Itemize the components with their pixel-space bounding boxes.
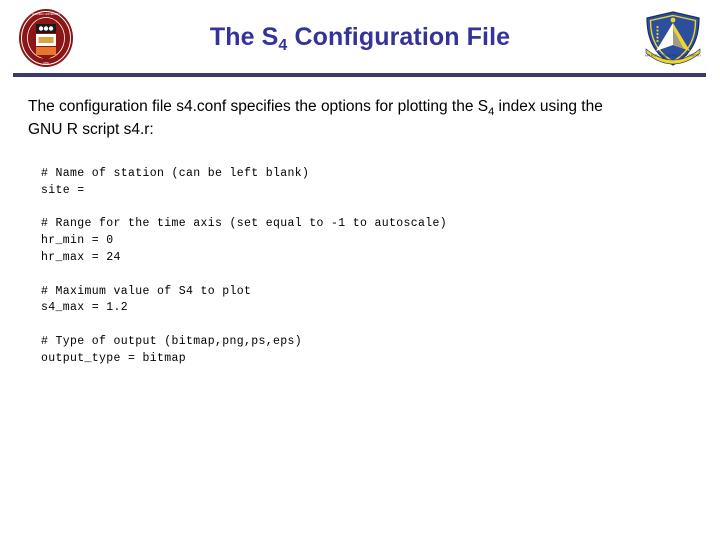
page-title-prefix: The S [209,23,279,51]
config-line: output_type = bitmap [41,351,187,365]
afrl-shield-icon: AIR FORCE RESEARCH LABORATORY [645,11,702,66]
config-line: hr_min = 0 [41,234,114,248]
config-line: hr_max = 24 [41,250,121,264]
intro-s4-subscript: 4 [488,106,495,118]
header-divider-highlight [13,77,706,80]
afrl-shield-logo: AIR FORCE RESEARCH LABORATORY [640,9,706,69]
intro-line1-part1: The configuration file s4.conf specifies… [28,98,489,115]
intro-line2: GNU R script s4.r: [28,121,154,138]
intro-paragraph: The configuration file s4.conf specifies… [28,96,638,141]
config-blank-line [41,200,601,217]
slide-canvas: CORNELL UNIVERSITY 1865 The S4 Configura… [0,0,720,540]
config-line: site = [41,183,85,197]
page-title-suffix: Configuration File [287,23,511,51]
config-line: # Name of station (can be left blank) [41,167,310,180]
intro-line1-part2: index using the [494,98,603,115]
page-title: The S4 Configuration File [0,22,720,56]
config-line: # Type of output (bitmap,png,ps,eps) [41,334,303,348]
svg-text:1865: 1865 [43,61,49,65]
config-line: # Range for the time axis (set equal to … [41,217,448,231]
svg-text:CORNELL UNIVERSITY: CORNELL UNIVERSITY [32,12,61,16]
svg-text:AIR FORCE RESEARCH LABORATORY: AIR FORCE RESEARCH LABORATORY [645,54,702,58]
config-blank-line [41,267,601,284]
page-title-subscript: 4 [278,37,288,54]
config-line: # Maximum value of S4 to plot [41,284,252,298]
slide-header: CORNELL UNIVERSITY 1865 The S4 Configura… [0,0,720,80]
config-blank-line [41,317,601,334]
config-file-listing: # Name of station (can be left blank) sit… [41,166,601,368]
config-line: s4_max = 1.2 [41,301,129,315]
